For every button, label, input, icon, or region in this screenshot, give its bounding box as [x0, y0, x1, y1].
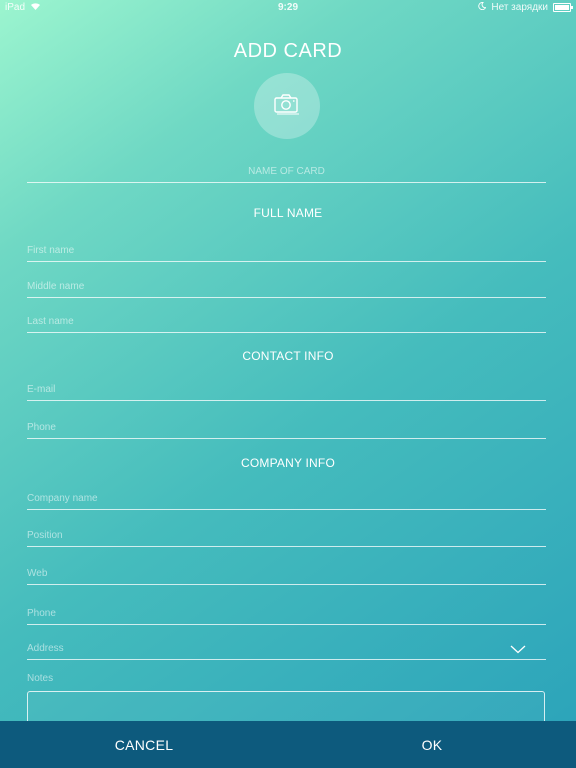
middle-name-input[interactable] [27, 275, 546, 297]
bottom-action-bar: CANCEL OK [0, 721, 576, 768]
add-photo-button[interactable] [254, 73, 320, 139]
camera-icon [274, 93, 300, 120]
full-name-section-title: FULL NAME [253, 206, 323, 220]
address-field[interactable] [27, 637, 546, 660]
company-info-section-title: COMPANY INFO [241, 456, 335, 470]
contact-phone-field[interactable] [27, 416, 546, 439]
middle-name-field[interactable] [27, 275, 546, 298]
first-name-input[interactable] [27, 239, 546, 261]
contact-phone-input[interactable] [27, 416, 546, 438]
status-bar: iPad 9:29 Нет зарядки [0, 0, 576, 16]
chevron-down-icon[interactable] [510, 641, 526, 659]
first-name-field[interactable] [27, 239, 546, 262]
card-name-input[interactable] [27, 160, 546, 182]
ok-button[interactable]: OK [288, 721, 576, 768]
page-title: ADD CARD [233, 40, 343, 62]
web-input[interactable] [27, 562, 546, 584]
company-name-input[interactable] [27, 487, 546, 509]
company-phone-input[interactable] [27, 602, 546, 624]
moon-icon [478, 2, 487, 13]
notes-label: Notes [27, 673, 54, 684]
email-field[interactable] [27, 378, 546, 401]
battery-status-text: Нет зарядки [491, 2, 548, 13]
last-name-field[interactable] [27, 310, 546, 333]
card-name-field[interactable] [27, 160, 546, 183]
status-right: Нет зарядки [478, 2, 573, 13]
position-input[interactable] [27, 524, 546, 546]
cancel-button[interactable]: CANCEL [0, 721, 288, 768]
email-input[interactable] [27, 378, 546, 400]
position-field[interactable] [27, 524, 546, 547]
company-phone-field[interactable] [27, 602, 546, 625]
address-input[interactable] [27, 637, 546, 659]
contact-info-section-title: CONTACT INFO [242, 349, 334, 363]
web-field[interactable] [27, 562, 546, 585]
company-name-field[interactable] [27, 487, 546, 510]
last-name-input[interactable] [27, 310, 546, 332]
battery-icon [553, 3, 573, 12]
